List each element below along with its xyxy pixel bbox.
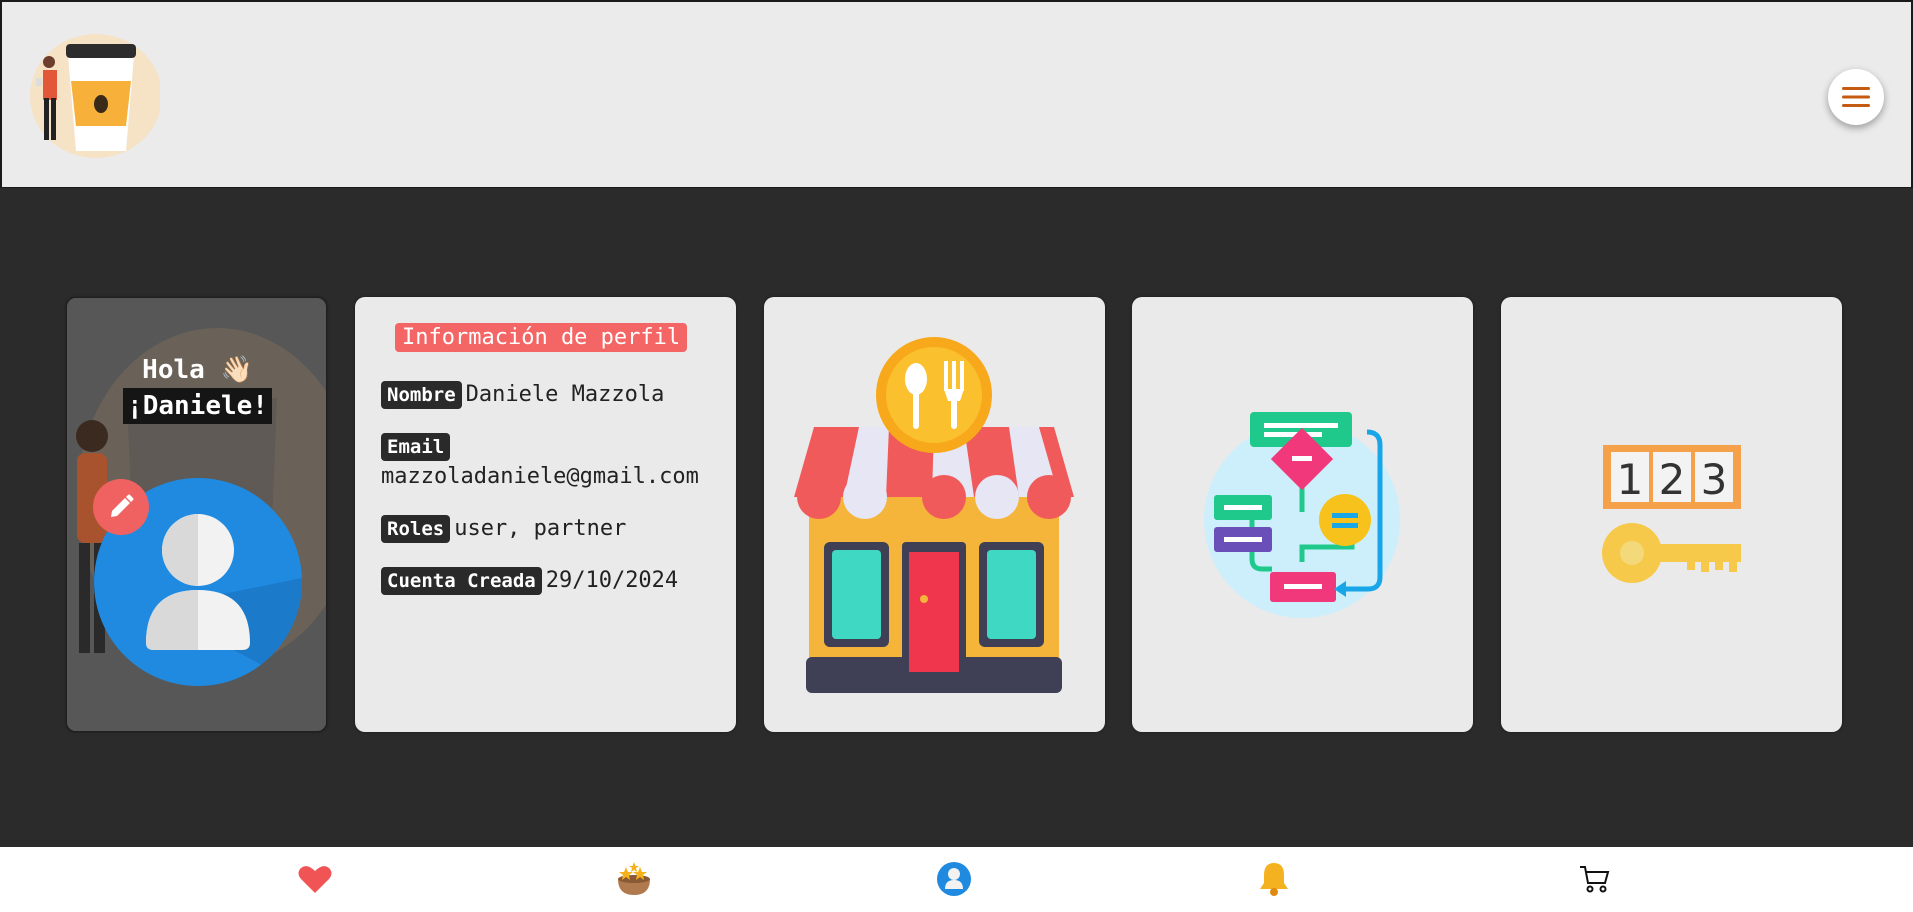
profile-email-row: Email mazzoladaniele@gmail.com — [381, 432, 736, 492]
profile-icon — [937, 862, 971, 896]
name-value: Daniele Mazzola — [465, 382, 665, 407]
name-label: Nombre — [381, 381, 462, 409]
restaurant-card[interactable] — [764, 297, 1105, 732]
hamburger-menu-button[interactable] — [1828, 69, 1884, 125]
cart-icon — [1580, 866, 1610, 893]
hamburger-menu-icon — [1842, 87, 1870, 107]
top-header — [0, 0, 1913, 188]
greeting-username: ¡Daniele! — [123, 388, 272, 424]
profile-info-card: Información de perfil Nombre Daniele Mazz… — [355, 297, 736, 732]
nav-cart[interactable] — [1574, 859, 1614, 899]
nav-notifications[interactable] — [1254, 859, 1294, 899]
profile-info-title: Información de perfil — [395, 323, 688, 352]
roles-label: Roles — [381, 515, 451, 543]
profile-roles-row: Roles user, partner — [381, 514, 736, 544]
profile-name-row: Nombre Daniele Mazzola — [381, 380, 736, 410]
created-label: Cuenta Creada — [381, 567, 542, 595]
coffee-logo-icon[interactable] — [16, 26, 162, 158]
email-value: mazzoladaniele@gmail.com — [381, 464, 699, 489]
profile-created-row: Cuenta Creada 29/10/2024 — [381, 566, 736, 596]
email-label: Email — [381, 433, 451, 461]
restaurant-store-icon — [794, 337, 1074, 693]
password-key-icon: 1 2 3 — [1602, 445, 1741, 583]
svg-text:1: 1 — [1617, 455, 1644, 504]
password-card[interactable]: 1 2 3 — [1501, 297, 1842, 732]
edit-profile-button[interactable] — [93, 479, 149, 535]
roles-value: user, partner — [454, 516, 627, 541]
nav-profile[interactable] — [934, 859, 974, 899]
bottom-navigation — [0, 847, 1913, 912]
nav-ratings[interactable] — [614, 859, 654, 899]
greeting-card: Hola 👋🏻 ¡Daniele! — [66, 297, 327, 732]
svg-text:2: 2 — [1659, 455, 1686, 504]
svg-text:3: 3 — [1701, 455, 1728, 504]
created-value: 29/10/2024 — [545, 568, 679, 593]
greeting-hello: Hola 👋🏻 — [142, 355, 253, 385]
nav-favorites[interactable] — [295, 859, 335, 899]
flowchart-card[interactable] — [1132, 297, 1473, 732]
bell-icon — [1260, 863, 1288, 896]
heart-icon — [298, 866, 332, 893]
greeting-text: Hola 👋🏻 ¡Daniele! — [67, 352, 326, 424]
pencil-icon — [111, 494, 134, 517]
flowchart-icon — [1204, 412, 1400, 618]
rating-basket-icon — [618, 862, 650, 895]
